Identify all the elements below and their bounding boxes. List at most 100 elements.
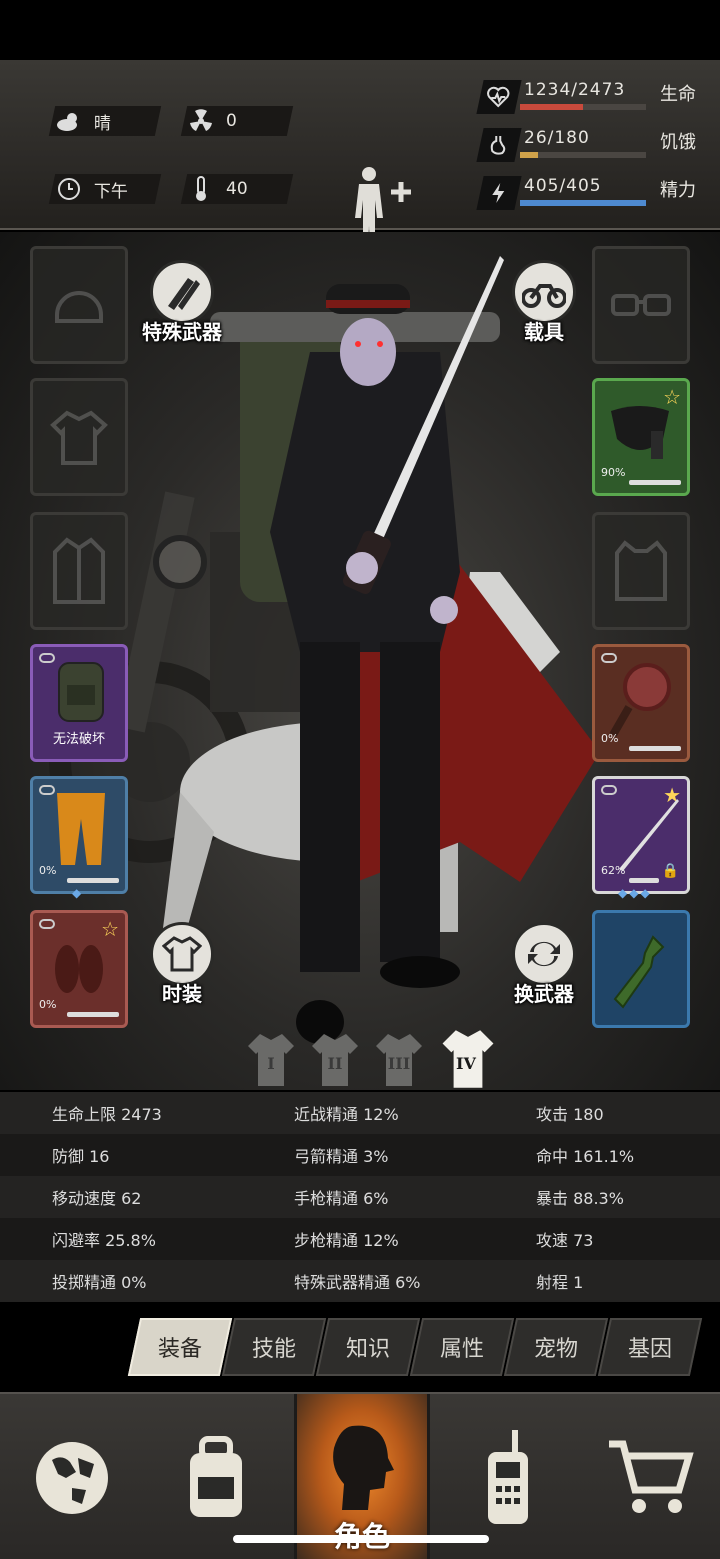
- pants-durability-bar: [67, 878, 119, 883]
- attribute-row: 移动速度 62 手枪精通 6% 暴击 88.3%: [0, 1176, 720, 1218]
- pants-slot[interactable]: 0%: [30, 776, 128, 894]
- tab-0[interactable]: 装备: [127, 1318, 233, 1376]
- vital-bar: [520, 200, 646, 206]
- swap-arrows-icon: [512, 922, 576, 986]
- tshirt-icon: [150, 922, 214, 986]
- katana-durability-bar: [629, 878, 659, 883]
- home-indicator: [233, 1535, 489, 1543]
- sandals-icon: [55, 945, 103, 993]
- tab-label: 知识: [345, 1337, 390, 1362]
- gas-mask-icon: [611, 406, 669, 459]
- outfit-tab-1-label: I: [267, 1054, 275, 1073]
- outfit-tab-3[interactable]: III: [374, 1032, 424, 1088]
- vital-1: 26/180 饥饿: [476, 126, 706, 166]
- coat-icon: [53, 537, 105, 604]
- vital-bar: [520, 104, 646, 110]
- mask-slot[interactable]: ☆ 90%: [592, 378, 690, 496]
- pan-slot[interactable]: 0%: [592, 644, 690, 762]
- throwable-slot[interactable]: [592, 910, 690, 1028]
- attribute-row: 生命上限 2473 近战精通 12% 攻击 180: [0, 1092, 720, 1134]
- nav-shop[interactable]: [580, 1394, 720, 1559]
- tab-label: 宠物: [533, 1337, 578, 1362]
- tab-5[interactable]: 基因: [597, 1318, 703, 1376]
- attribute-cell: 射程 1: [536, 1273, 584, 1292]
- mask-durability: 90%: [601, 466, 626, 479]
- cloud-sun-icon: [52, 106, 86, 136]
- time-value: 下午: [94, 181, 128, 202]
- shoes-durability-bar: [67, 1012, 119, 1017]
- attribute-cell: 手枪精通 6%: [294, 1189, 389, 1208]
- vehicle-label: 载具: [524, 320, 564, 344]
- temperature-indicator: 40: [180, 174, 294, 204]
- bottom-nav: 角色: [0, 1392, 720, 1559]
- special-weapon-icon: [150, 260, 214, 324]
- vital-label: 精力: [660, 180, 696, 201]
- attribute-cell: 投掷精通 0%: [52, 1273, 147, 1292]
- outfit-tab-4[interactable]: IV: [438, 1030, 494, 1088]
- glasses-slot[interactable]: [592, 246, 690, 364]
- vital-label: 饥饿: [660, 132, 696, 153]
- shoes-slot[interactable]: ☆ 0%: [30, 910, 128, 1028]
- vehicle-button[interactable]: 载具: [484, 260, 604, 370]
- shoes-durability: 0%: [39, 998, 57, 1011]
- link-icon: [39, 919, 55, 929]
- vest-slot[interactable]: [592, 512, 690, 630]
- katana-slot[interactable]: ★ 🔒 62%: [592, 776, 690, 894]
- attribute-cell: 特殊武器精通 6%: [294, 1273, 421, 1292]
- radiation-indicator: 0: [180, 106, 294, 136]
- coat-slot[interactable]: [30, 512, 128, 630]
- vital-value: 1234/2473: [524, 80, 626, 100]
- katana-icon: [619, 799, 679, 871]
- character-scene: 无法破坏 0% ◆ ☆ 0% ☆ 90% 0% ★ 🔒 62% ◆◆◆ 特殊武器…: [0, 232, 720, 1090]
- clock-icon: [52, 174, 86, 204]
- energy-icon: [476, 176, 522, 210]
- helmet-slot[interactable]: [30, 246, 128, 364]
- outfit-tab-3-label: III: [387, 1054, 411, 1073]
- walkie-talkie-icon: [488, 1429, 528, 1524]
- swap-weapon-button[interactable]: 换武器: [484, 922, 604, 1032]
- attribute-cell: 闪避率 25.8%: [52, 1231, 156, 1250]
- pan-durability-bar: [629, 746, 681, 751]
- special-weapon-label: 特殊武器: [142, 320, 222, 344]
- tab-4[interactable]: 宠物: [503, 1318, 609, 1376]
- lock-icon: 🔒: [661, 863, 679, 879]
- attribute-cell: 步枪精通 12%: [294, 1231, 399, 1250]
- attribute-row: 投掷精通 0% 特殊武器精通 6% 射程 1: [0, 1260, 720, 1302]
- tab-3[interactable]: 属性: [409, 1318, 515, 1376]
- outfit-tab-1[interactable]: I: [246, 1032, 296, 1088]
- attribute-cell: 攻速 73: [536, 1231, 594, 1250]
- weather-indicator: 晴: [48, 106, 162, 136]
- heart-icon: [476, 80, 522, 114]
- tab-1[interactable]: 技能: [221, 1318, 327, 1376]
- radiation-icon: [184, 106, 218, 136]
- katana-upgrade-diamonds: ◆◆◆: [618, 886, 652, 900]
- vital-bar-fill: [520, 200, 646, 206]
- shirt-slot[interactable]: [30, 378, 128, 496]
- attribute-cell: 暴击 88.3%: [536, 1189, 624, 1208]
- head-profile-icon: [333, 1425, 394, 1510]
- time-indicator: 下午: [48, 174, 162, 204]
- vital-bar-fill: [520, 152, 538, 158]
- attribute-cell: 近战精通 12%: [294, 1105, 399, 1124]
- swap-weapon-label: 换武器: [514, 982, 574, 1006]
- weather-value: 晴: [94, 113, 111, 134]
- vital-bar: [520, 152, 646, 158]
- attribute-row: 闪避率 25.8% 步枪精通 12% 攻速 73: [0, 1218, 720, 1260]
- outfit-tab-2[interactable]: II: [310, 1032, 360, 1088]
- helmet-icon: [55, 291, 103, 323]
- nav-world-map[interactable]: [0, 1394, 144, 1559]
- pants-upgrade-diamonds: ◆: [72, 886, 84, 900]
- glasses-icon: [611, 294, 671, 316]
- attribute-cell: 生命上限 2473: [52, 1105, 162, 1124]
- tab-2[interactable]: 知识: [315, 1318, 421, 1376]
- vital-bar-fill: [520, 104, 583, 110]
- outfit-tab-2-label: II: [327, 1054, 343, 1073]
- attribute-row: 防御 16 弓箭精通 3% 命中 161.1%: [0, 1134, 720, 1176]
- backpack-slot[interactable]: 无法破坏: [30, 644, 128, 762]
- temperature-value: 40: [226, 179, 248, 199]
- fashion-button[interactable]: 时装: [122, 922, 242, 1032]
- backpack-caption: 无法破坏: [52, 732, 105, 747]
- category-tabs: 装备 技能 知识 属性 宠物 基因: [127, 1318, 703, 1376]
- special-weapon-button[interactable]: 特殊武器: [122, 260, 242, 370]
- shopping-cart-icon: [609, 1440, 694, 1513]
